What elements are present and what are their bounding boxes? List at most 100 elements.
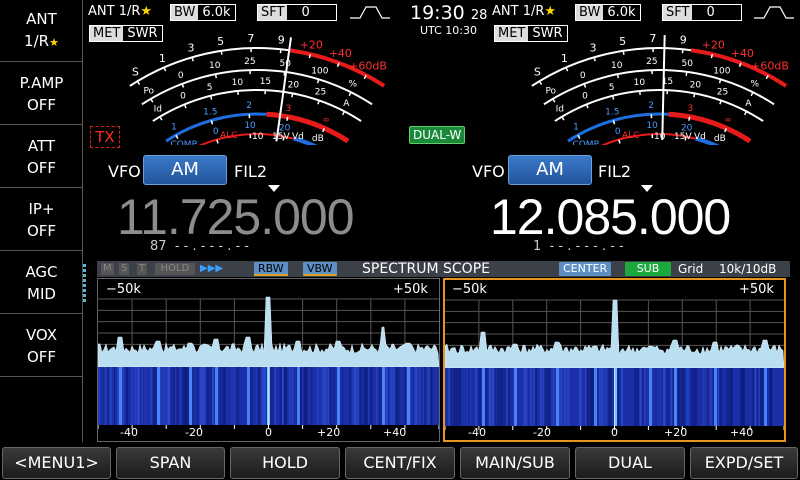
waterfall-noise	[103, 367, 105, 425]
waterfall-noise	[666, 368, 668, 426]
waterfall-noise	[180, 367, 182, 425]
po-scale-label: 10	[209, 61, 221, 71]
cent-fix-button[interactable]: CENT/FIX	[345, 447, 455, 479]
id-scale-label: A	[745, 99, 752, 109]
waterfall-noise	[559, 368, 561, 426]
span-button[interactable]: SPAN	[116, 447, 225, 479]
sub-bw-indicator[interactable]: BW 6.0k	[575, 4, 641, 21]
waterfall-noise	[269, 367, 272, 425]
scope-center-mode[interactable]: CENTER	[559, 262, 612, 276]
waterfall-noise	[122, 367, 125, 425]
main-filter-label[interactable]: FIL2	[234, 162, 267, 181]
po-scale-label: 50	[682, 59, 694, 69]
waterfall-noise	[231, 367, 233, 425]
scope-header: M S T HOLD ▶▶▶ RBW VBW SPECTRUM SCOPE CE…	[97, 261, 790, 277]
waterfall-signal	[714, 368, 717, 426]
id-scale-label: 20	[288, 80, 300, 90]
tx-indicator: TX	[90, 126, 120, 148]
waterfall-noise	[379, 367, 382, 425]
waterfall-noise	[597, 368, 599, 426]
waterfall-noise	[162, 367, 166, 425]
main-sub-button[interactable]: MAIN/SUB	[460, 447, 570, 479]
sidebar-item-vox[interactable]: VOX OFF	[0, 315, 83, 377]
sidebar-item-att[interactable]: ATT OFF	[0, 126, 83, 188]
id-scale-tick	[561, 116, 565, 121]
waterfall-noise	[758, 368, 760, 426]
waterfall-noise	[418, 367, 421, 425]
scope-mode-m[interactable]: M	[101, 263, 114, 275]
waterfall-noise	[249, 367, 253, 425]
main-sft-indicator[interactable]: SFT 0	[257, 4, 337, 21]
hold-button[interactable]: HOLD	[230, 447, 340, 479]
waterfall-noise	[496, 368, 499, 426]
sidebar-item-ipplus[interactable]: IP+ OFF	[0, 189, 83, 251]
scope-vbw-button[interactable]: VBW	[303, 262, 337, 276]
waterfall-noise	[507, 368, 511, 426]
po-scale-label: 25	[646, 57, 657, 67]
po-scale-tick	[750, 91, 754, 97]
waterfall-noise	[639, 368, 642, 426]
waterfall-noise	[141, 367, 144, 425]
po-scale-label: 25	[244, 57, 255, 67]
sub-sft-indicator[interactable]: SFT 0	[662, 4, 742, 21]
vd-label: 10	[252, 132, 264, 142]
waterfall-noise	[621, 368, 623, 426]
main-bw-indicator[interactable]: BW 6.0k	[170, 4, 236, 21]
sub-filter-label[interactable]: FIL2	[598, 162, 631, 181]
waterfall-signal	[514, 368, 517, 426]
waterfall-noise	[184, 367, 188, 425]
id-scale-label: Id	[556, 104, 564, 114]
waterfall-noise	[501, 368, 503, 426]
scope-hold-indicator[interactable]: HOLD	[155, 263, 195, 275]
vd-label: Vd	[292, 132, 304, 142]
waterfall-noise	[552, 368, 555, 426]
scope-mode-t[interactable]: T	[137, 263, 148, 275]
po-scale-tick	[616, 73, 620, 79]
waterfall-noise	[485, 368, 488, 426]
waterfall-noise	[695, 368, 698, 426]
waterfall-noise	[342, 367, 344, 425]
scope-sub-indicator[interactable]: SUB	[625, 262, 671, 276]
waterfall-noise	[494, 368, 496, 426]
waterfall-noise	[717, 368, 719, 426]
swr-scale-label: 3	[688, 104, 694, 114]
id-scale-tick	[209, 95, 213, 100]
waterfall-noise	[453, 368, 457, 426]
sub-frequency[interactable]: 12.085.000	[490, 188, 731, 246]
waterfall-noise	[113, 367, 116, 425]
id-scale-label: 20	[690, 80, 702, 90]
sidebar-item-ant[interactable]: ANT 1/R★	[0, 0, 83, 62]
waterfall-noise	[207, 367, 209, 425]
sidebar-item-agc[interactable]: AGC MID	[0, 252, 86, 314]
sidebar-item-preamp[interactable]: P.AMP OFF	[0, 63, 83, 125]
po-scale-label: 100	[311, 66, 328, 76]
scope-mode-s[interactable]: S	[119, 263, 130, 275]
waterfall-signal	[674, 368, 677, 426]
waterfall-noise	[636, 368, 640, 426]
waterfall-noise	[392, 367, 396, 425]
s-scale-label: S	[534, 66, 541, 79]
waterfall-noise	[359, 367, 362, 425]
sub-spectrum-scope[interactable]: −50k +50k -40 -20 0 +20 +40	[443, 278, 786, 442]
main-spectrum-scope[interactable]: −50k +50k -40 -20 0 +20 +40	[97, 278, 440, 442]
star-icon: ★	[140, 4, 153, 19]
waterfall-noise	[376, 367, 378, 425]
vd-label: Vd	[694, 132, 706, 142]
sub-mode-button[interactable]: AM	[508, 155, 592, 185]
waterfall-signal	[482, 368, 485, 426]
star-icon: ★	[49, 35, 59, 49]
scope-rbw-button[interactable]: RBW	[254, 262, 288, 276]
main-frequency[interactable]: 11.725.000	[117, 188, 355, 246]
sidebar-item-label: VOX	[25, 325, 58, 344]
waterfall-noise	[126, 367, 128, 425]
s-scale-label: 5	[217, 35, 224, 48]
id-scale-label: Id	[154, 104, 162, 114]
id-scale-label: A	[343, 99, 350, 109]
waterfall-noise	[643, 368, 646, 426]
expd-set-button[interactable]: EXPD/SET	[690, 447, 798, 479]
waterfall-noise	[98, 367, 100, 425]
swr-scale-label: 1.5	[203, 108, 217, 118]
dual-button[interactable]: DUAL	[575, 447, 685, 479]
main-mode-button[interactable]: AM	[143, 155, 227, 185]
menu1-button[interactable]: <MENU1>	[2, 447, 111, 479]
